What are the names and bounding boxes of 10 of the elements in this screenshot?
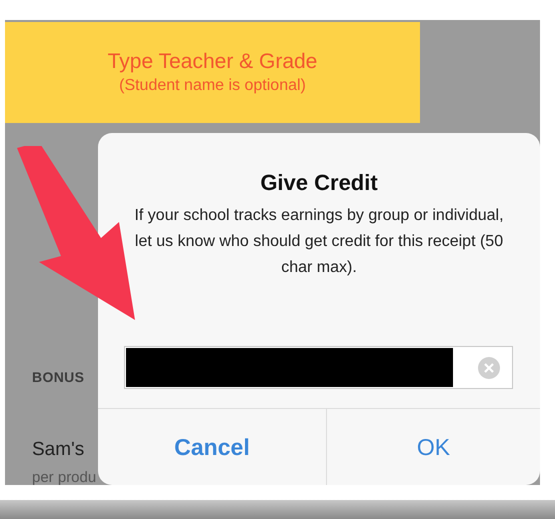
text-field[interactable] (124, 346, 513, 389)
ok-button[interactable]: OK (327, 409, 540, 485)
cancel-button[interactable]: Cancel (98, 409, 327, 485)
dialog-message: If your school tracks earnings by group or individual, let us know who should get credit for this receipt (50 char max). (134, 206, 504, 278)
dialog-title: Give Credit (260, 169, 378, 197)
item-title: Sam's (32, 438, 84, 462)
item-subtitle: per produ (32, 468, 96, 485)
annotation-subtitle: (Student name is optional) (119, 78, 306, 94)
annotation-title: Type Teacher & Grade (108, 51, 318, 72)
section-label: BONUS (32, 368, 84, 387)
